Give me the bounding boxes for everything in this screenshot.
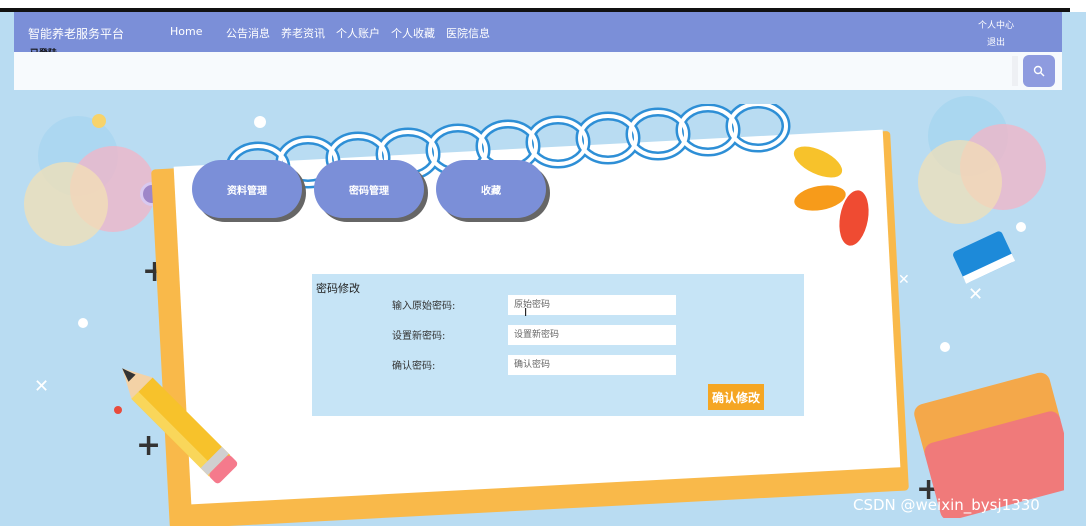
logout-link[interactable]: 退出 (978, 35, 1014, 52)
tab-profile-management[interactable]: 资料管理 (192, 160, 302, 218)
text-cursor-icon: I (524, 306, 528, 319)
password-form: 密码修改 输入原始密码: 设置新密码: 确认密码: 确认修改 (312, 274, 804, 416)
original-password-label: 输入原始密码: (392, 301, 456, 312)
personal-center-link[interactable]: 个人中心 (978, 18, 1014, 35)
decor-circle (92, 114, 106, 128)
new-password-label: 设置新密码: (392, 331, 446, 342)
decor-circle (24, 162, 108, 246)
search-icon (1033, 65, 1045, 77)
cross-icon: ✕ (34, 376, 50, 397)
nav-favorites[interactable]: 个人收藏 (391, 25, 435, 41)
tab-password-management[interactable]: 密码管理 (314, 160, 424, 218)
confirm-password-label: 确认密码: (392, 361, 436, 372)
nav-links: 公告消息 养老资讯 个人账户 个人收藏 医院信息 (226, 25, 490, 41)
nav-elderly-news[interactable]: 养老资讯 (281, 25, 325, 41)
nav-home[interactable]: Home (170, 25, 202, 38)
nav-account[interactable]: 个人账户 (336, 25, 380, 41)
top-border (0, 0, 1086, 12)
splash-decoration (793, 146, 869, 246)
nav-hospital-info[interactable]: 医院信息 (446, 25, 490, 41)
search-button[interactable] (1023, 55, 1055, 87)
watermark: CSDN @weixin_bysj1330 (853, 496, 1040, 514)
user-menu: 个人中心 退出 (978, 18, 1014, 52)
tab-favorites[interactable]: 收藏 (436, 160, 546, 218)
decor-circle (918, 140, 1002, 224)
confirm-password-input[interactable] (508, 355, 676, 375)
book-decoration (953, 231, 1016, 284)
nav-announcements[interactable]: 公告消息 (226, 25, 270, 41)
confirm-change-button[interactable]: 确认修改 (708, 384, 764, 410)
form-title: 密码修改 (316, 282, 360, 295)
original-password-input[interactable] (508, 295, 676, 315)
search-divider (1012, 56, 1018, 86)
new-password-input[interactable] (508, 325, 676, 345)
cross-icon: ✕ (898, 272, 910, 288)
brand-title[interactable]: 智能养老服务平台 (28, 25, 124, 42)
navbar: 智能养老服务平台 Home 公告消息 养老资讯 个人账户 个人收藏 医院信息 个… (14, 12, 1062, 52)
cross-icon: ✕ (968, 284, 984, 305)
decor-dot (940, 342, 950, 352)
pencil-decoration (122, 368, 238, 484)
search-bar (14, 52, 1062, 90)
decor-dot (78, 318, 88, 328)
